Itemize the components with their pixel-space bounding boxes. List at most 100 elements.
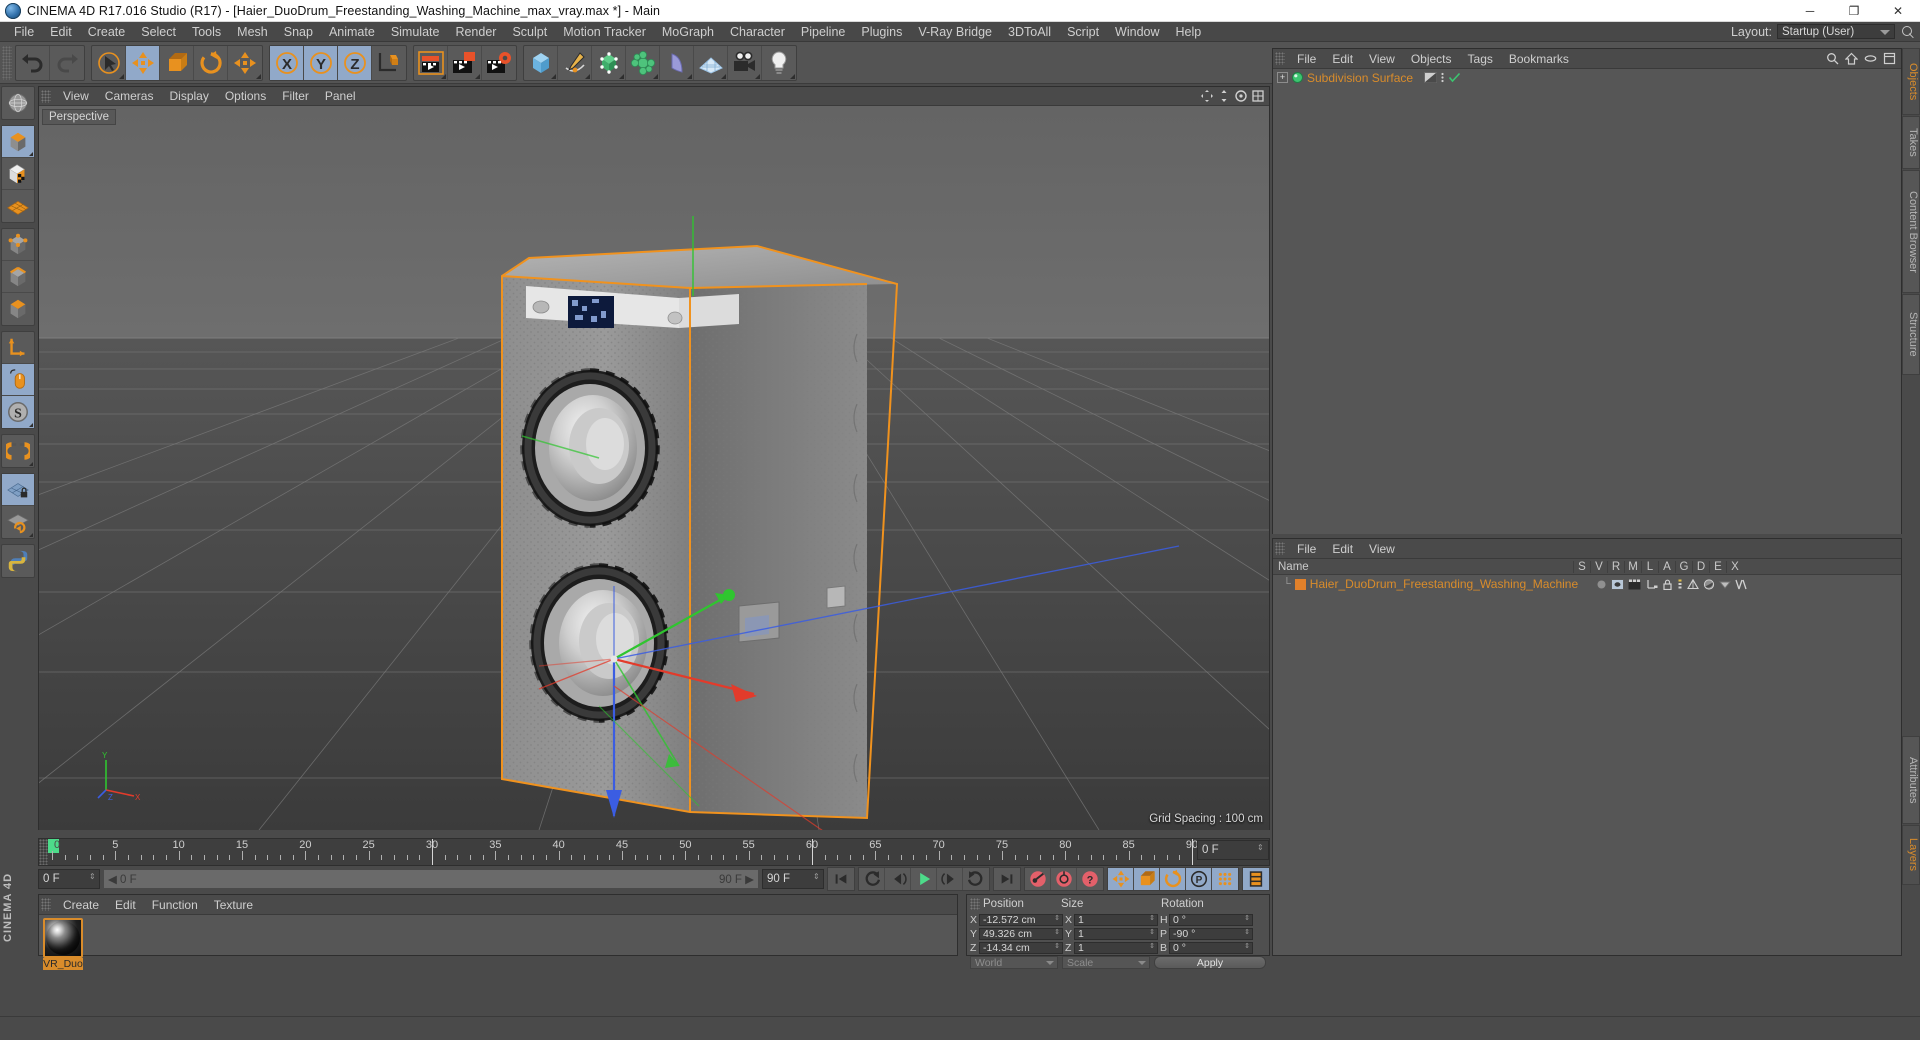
scale-button[interactable] <box>160 45 194 80</box>
menu-item-mograph[interactable]: MoGraph <box>654 22 722 42</box>
undo-view-button[interactable] <box>2 87 34 119</box>
menu-item-render[interactable]: Render <box>447 22 504 42</box>
dot-icon[interactable] <box>1596 579 1607 590</box>
max-frame-input[interactable]: 90 F ⇕ <box>762 869 824 889</box>
move-button[interactable] <box>126 45 160 80</box>
dots-tag-icon[interactable] <box>1440 72 1445 83</box>
object-manager-list[interactable]: + Subdivision Surface <box>1273 69 1901 534</box>
workplane-button[interactable] <box>2 190 34 222</box>
add-generator-button[interactable] <box>592 45 626 80</box>
current-frame-display[interactable]: 0 F ⇕ <box>1197 840 1269 860</box>
step-back-button[interactable] <box>885 868 911 890</box>
preview-range-slider[interactable]: ◀ 0 F 90 F ▶ <box>103 869 759 889</box>
size-z-input[interactable]: 1 ⇕ <box>1074 941 1158 954</box>
record-keyframe-button[interactable] <box>1025 868 1051 890</box>
rotation-b-input[interactable]: 0 ° ⇕ <box>1169 941 1253 954</box>
spinner-icon[interactable]: ⇕ <box>1149 915 1155 922</box>
object-detail-grip[interactable] <box>1275 542 1285 555</box>
material-manager-grip[interactable] <box>41 898 51 911</box>
rotation-key-button[interactable] <box>1160 868 1186 890</box>
material-menu-edit[interactable]: Edit <box>107 895 144 915</box>
keyframe-selection-button[interactable]: ? <box>1077 868 1103 890</box>
render-settings-button[interactable] <box>482 46 516 80</box>
add-deformer-button[interactable] <box>626 45 660 80</box>
add-camera-button[interactable] <box>728 45 762 80</box>
material-menu-texture[interactable]: Texture <box>206 895 261 915</box>
render-tag-icon[interactable] <box>1628 579 1641 590</box>
lock-workplane-button[interactable] <box>2 474 34 506</box>
add-cube-button[interactable] <box>524 45 558 80</box>
previous-key-button[interactable] <box>859 868 885 890</box>
menu-item-character[interactable]: Character <box>722 22 793 42</box>
tab-structure[interactable]: Structure <box>1902 294 1920 375</box>
hierarchy-tag-icon[interactable] <box>1645 579 1658 590</box>
object-detail-list[interactable]: └ Haier_DuoDrum_Freestanding_Washing_Mac… <box>1273 575 1901 955</box>
rotate-view-icon[interactable] <box>1234 89 1248 103</box>
object-manager-menu-objects[interactable]: Objects <box>1403 49 1460 69</box>
transform-button[interactable] <box>228 46 262 80</box>
menu-item-snap[interactable]: Snap <box>276 22 321 42</box>
menu-item-mesh[interactable]: Mesh <box>229 22 276 42</box>
vray-tag-icon[interactable] <box>1735 579 1747 590</box>
menu-item-file[interactable]: File <box>6 22 42 42</box>
table-row[interactable]: └ Haier_DuoDrum_Freestanding_Washing_Mac… <box>1273 575 1901 593</box>
live-selection-button[interactable] <box>92 45 126 80</box>
maximize-viewport-icon[interactable] <box>1251 89 1265 103</box>
spinner-icon[interactable]: ⇕ <box>1257 844 1264 858</box>
menu-item-tools[interactable]: Tools <box>184 22 229 42</box>
world-object-coord-button[interactable] <box>372 46 406 80</box>
lock-y-button[interactable]: Y <box>304 45 338 80</box>
lock-z-button[interactable]: Z <box>338 45 372 80</box>
object-manager-menu-view[interactable]: View <box>1361 49 1403 69</box>
lock-tag-icon[interactable] <box>1662 579 1673 590</box>
viewport-menu-view[interactable]: View <box>55 87 97 106</box>
viewport-menu-filter[interactable]: Filter <box>274 87 317 106</box>
spinner-icon[interactable]: ⇕ <box>1054 929 1060 936</box>
spinner-icon[interactable]: ⇕ <box>1054 943 1060 950</box>
redo-button[interactable] <box>50 46 84 80</box>
toolbar-grip[interactable] <box>2 45 12 80</box>
rotation-p-input[interactable]: -90 ° ⇕ <box>1169 927 1253 940</box>
object-manager-menu-edit[interactable]: Edit <box>1324 49 1361 69</box>
texture-mode-button[interactable] <box>2 158 34 190</box>
menu-item-3dtoall[interactable]: 3DToAll <box>1000 22 1059 42</box>
lock-x-button[interactable]: X <box>270 45 304 80</box>
visibility-tag-icon[interactable] <box>1424 72 1438 83</box>
viewport-menu-display[interactable]: Display <box>161 87 216 106</box>
rotate-button[interactable] <box>194 45 228 80</box>
tab-takes[interactable]: Takes <box>1902 116 1920 169</box>
material-list[interactable]: VR_Duo <box>39 915 957 970</box>
model-mode-button[interactable] <box>2 126 34 158</box>
go-to-end-button[interactable] <box>994 868 1020 890</box>
dolly-icon[interactable] <box>1217 89 1231 103</box>
coordinate-grip[interactable] <box>970 898 980 910</box>
next-key-button[interactable] <box>963 868 989 890</box>
apply-button[interactable]: Apply <box>1154 956 1266 969</box>
size-y-input[interactable]: 1 ⇕ <box>1074 927 1158 940</box>
object-manager-menu-bookmarks[interactable]: Bookmarks <box>1501 49 1577 69</box>
edges-mode-button[interactable] <box>2 261 34 293</box>
layout-dropdown[interactable]: Startup (User) <box>1777 24 1895 39</box>
spinner-icon[interactable]: ⇕ <box>1054 915 1060 922</box>
tab-layers[interactable]: Layers <box>1902 825 1920 885</box>
material-item[interactable]: VR_Duo <box>43 918 83 970</box>
column-d[interactable]: D <box>1692 560 1709 573</box>
object-manager-row[interactable]: + Subdivision Surface <box>1273 69 1901 86</box>
spinner-icon[interactable]: ⇕ <box>89 873 96 887</box>
minimize-button[interactable]: ─ <box>1788 0 1832 22</box>
material-menu-function[interactable]: Function <box>144 895 206 915</box>
menu-item-select[interactable]: Select <box>133 22 184 42</box>
size-x-input[interactable]: 1 ⇕ <box>1074 913 1158 926</box>
close-button[interactable]: ✕ <box>1876 0 1920 22</box>
python-button[interactable] <box>2 545 34 577</box>
eye-icon[interactable] <box>1864 52 1877 65</box>
spinner-icon[interactable]: ⇕ <box>813 873 820 887</box>
column-m[interactable]: M <box>1624 560 1641 573</box>
object-detail-menu-file[interactable]: File <box>1289 539 1324 559</box>
current-frame-input[interactable]: 0 F ⇕ <box>38 869 100 889</box>
column-x[interactable]: X <box>1726 560 1743 573</box>
menu-item-window[interactable]: Window <box>1107 22 1167 42</box>
column-s[interactable]: S <box>1573 560 1590 573</box>
transform-gizmo[interactable] <box>39 106 1269 830</box>
maximize-button[interactable]: ❐ <box>1832 0 1876 22</box>
